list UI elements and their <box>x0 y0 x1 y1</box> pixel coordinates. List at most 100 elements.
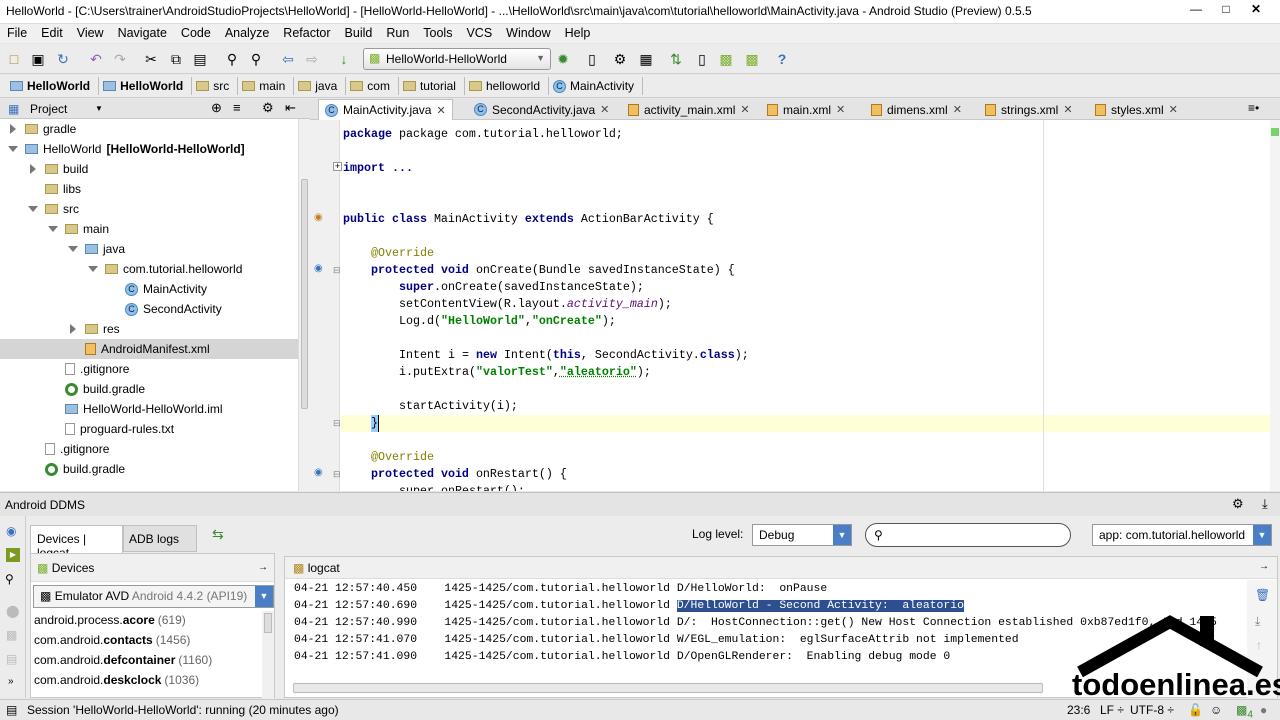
tab-secondactivity-java[interactable]: C SecondActivity.java ✕ <box>468 99 615 120</box>
menu-vcs[interactable]: VCS <box>459 24 499 43</box>
breadcrumb-item[interactable]: HelloWorld <box>6 77 100 95</box>
close-tab-icon[interactable]: ✕ <box>836 103 845 116</box>
screenshot-icon[interactable]: ◉ <box>6 524 16 538</box>
save-icon[interactable]: ▣ <box>30 51 46 67</box>
tab-activity_main-xml[interactable]: activity_main.xml ✕ <box>622 99 756 120</box>
redo-icon[interactable]: ↷ <box>112 51 128 67</box>
warning-icon[interactable]: ● <box>1260 703 1267 717</box>
code-editor[interactable]: + ◉ ◉ ◉ ⊟ ⊟ ⊟ package package com.tutori… <box>310 120 1270 491</box>
terminate-icon[interactable]: ⬤ <box>6 604 19 618</box>
tree-item[interactable]: proguard-rules.txt <box>65 419 174 439</box>
close-tab-icon[interactable]: ✕ <box>1063 103 1072 116</box>
tab-adb-logs[interactable]: ADB logs → <box>123 525 197 560</box>
tree-item[interactable]: libs <box>45 179 81 199</box>
clear-log-icon[interactable]: 🗑 <box>1255 588 1270 602</box>
caret-position[interactable]: 23:6 <box>1067 703 1090 717</box>
menu-view[interactable]: View <box>70 24 111 43</box>
debug-icon[interactable]: ✹ <box>555 51 571 67</box>
make-icon[interactable]: ↓ <box>336 51 352 67</box>
close-tab-icon[interactable]: ✕ <box>740 103 749 116</box>
menu-navigate[interactable]: Navigate <box>111 24 174 43</box>
breadcrumb-item[interactable]: com <box>346 77 399 95</box>
breadcrumb-item[interactable]: C MainActivity <box>549 77 644 95</box>
hide-icon[interactable]: ⇤ <box>285 100 296 116</box>
expand-arrow-icon[interactable] <box>30 164 36 174</box>
dump-view-icon[interactable]: ⚲ <box>5 572 14 586</box>
tab-main-xml[interactable]: main.xml ✕ <box>761 99 851 120</box>
tree-item[interactable]: C SecondActivity <box>125 299 222 319</box>
breadcrumb-item[interactable]: tutorial <box>399 77 465 95</box>
collapse-arrow-icon[interactable] <box>8 146 18 152</box>
log-search-input[interactable]: ⚲ <box>865 523 1071 547</box>
tree-item[interactable]: res <box>85 319 120 339</box>
close-tab-icon[interactable]: ✕ <box>1169 103 1178 116</box>
menu-refactor[interactable]: Refactor <box>276 24 337 43</box>
minimize-panel-icon[interactable]: ⤓ <box>1262 496 1268 512</box>
menu-window[interactable]: Window <box>499 24 557 43</box>
undo-icon[interactable]: ↶ <box>88 51 104 67</box>
menu-run[interactable]: Run <box>379 24 416 43</box>
expand-arrow-icon[interactable] <box>10 124 16 134</box>
tree-item[interactable]: HelloWorld [HelloWorld-HelloWorld] <box>25 139 245 159</box>
menu-help[interactable]: Help <box>558 24 598 43</box>
minimize-button[interactable]: — <box>1183 2 1209 20</box>
menu-file[interactable]: File <box>0 24 34 43</box>
tab-dimens-xml[interactable]: dimens.xml ✕ <box>865 99 968 120</box>
tree-item[interactable]: HelloWorld-HelloWorld.iml <box>65 399 223 419</box>
maximize-button[interactable]: □ <box>1213 2 1239 20</box>
tree-item[interactable]: build <box>45 159 88 179</box>
tree-item[interactable]: java <box>85 239 125 259</box>
tabs-menu-icon[interactable]: ≡• <box>1248 101 1259 115</box>
process-scrollbar[interactable] <box>262 611 274 699</box>
collapse-arrow-icon[interactable] <box>88 266 98 272</box>
back-icon[interactable]: ⇦ <box>280 51 296 67</box>
gear-icon[interactable]: ⚙ <box>262 100 274 116</box>
log-line[interactable]: 04-21 12:57:40.450 1425-1425/com.tutoria… <box>294 581 827 598</box>
close-button[interactable]: ✕ <box>1243 2 1269 20</box>
tab-mainactivity-java[interactable]: C MainActivity.java ✕ <box>318 99 453 120</box>
paste-icon[interactable]: ▤ <box>192 51 208 67</box>
sdk-manager-icon[interactable]: ▩ <box>718 51 734 67</box>
fold-expand-icon[interactable]: + <box>333 162 342 171</box>
menu-analyze[interactable]: Analyze <box>218 24 276 43</box>
gear-icon[interactable]: ⚙ <box>1232 496 1244 512</box>
collapse-arrow-icon[interactable] <box>48 226 58 232</box>
cut-icon[interactable]: ✂ <box>143 51 159 67</box>
tree-scrollbar[interactable] <box>298 119 310 491</box>
collapse-arrow-icon[interactable] <box>68 246 78 252</box>
swap-icon[interactable]: ⇆ <box>212 526 224 543</box>
breadcrumb-item[interactable]: main <box>238 77 295 95</box>
restart-icon[interactable]: ▶ <box>6 548 20 562</box>
hide-icon[interactable]: → <box>1259 561 1269 572</box>
process-item[interactable]: com.android.contacts (1456) <box>34 633 190 647</box>
replace-icon[interactable]: ⚲ <box>248 51 264 67</box>
run-config-dropdown[interactable]: ▩ HelloWorld-HelloWorld ▼ <box>363 48 551 70</box>
locate-icon[interactable]: ⊕ <box>211 100 222 116</box>
breadcrumb-item[interactable]: helloworld <box>465 77 550 95</box>
event-log-icon[interactable]: ▩4 <box>1236 703 1253 720</box>
panel-toggle-icon[interactable]: ▤ <box>6 703 17 717</box>
tree-item[interactable]: build.gradle <box>65 379 145 399</box>
fold-icon[interactable]: ⊟ <box>333 265 341 276</box>
export-icon[interactable]: ▤ <box>6 652 17 666</box>
hide-icon[interactable]: → <box>258 562 268 573</box>
tree-item[interactable]: build.gradle <box>45 459 125 479</box>
tree-item[interactable]: C MainActivity <box>125 279 207 299</box>
tree-item[interactable]: src <box>45 199 79 219</box>
log-line[interactable]: 04-21 12:57:40.690 1425-1425/com.tutoria… <box>294 598 964 615</box>
android-monitor-icon[interactable]: ▩ <box>744 51 760 67</box>
attach-debugger-icon[interactable]: ▯ <box>584 51 600 67</box>
settings-icon[interactable]: ⚙ <box>612 51 628 67</box>
forward-icon[interactable]: ⇨ <box>304 51 320 67</box>
expand-arrow-icon[interactable] <box>70 324 76 334</box>
fold-icon[interactable]: ⊟ <box>333 469 341 480</box>
log-level-dropdown[interactable]: Debug ▼ <box>752 524 852 546</box>
sync-icon[interactable]: ↻ <box>55 51 71 67</box>
lock-icon[interactable]: 🔓 <box>1188 703 1203 717</box>
process-item[interactable]: android.process.acore (619) <box>34 613 186 627</box>
tab-styles-xml[interactable]: styles.xml ✕ <box>1089 99 1184 120</box>
process-item[interactable]: com.android.defcontainer (1160) <box>34 653 212 667</box>
copy-icon[interactable]: ⧉ <box>168 51 184 67</box>
close-tab-icon[interactable]: ✕ <box>600 103 609 116</box>
log-horizontal-scrollbar[interactable] <box>293 683 1043 693</box>
